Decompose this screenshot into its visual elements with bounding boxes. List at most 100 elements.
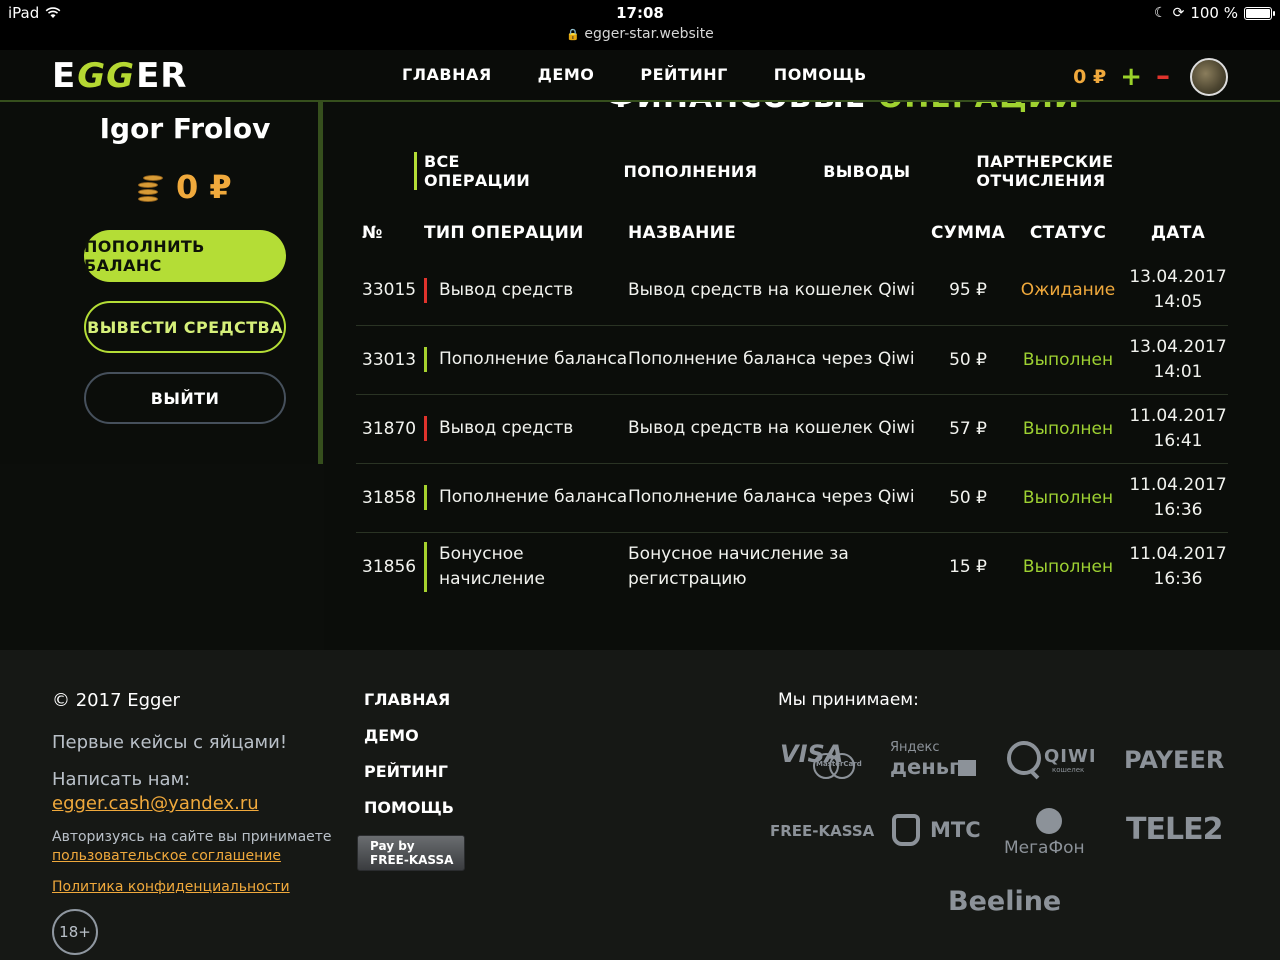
header-balance: 0 ₽	[1073, 66, 1107, 88]
op-datetime: 13.04.2017 14:01	[1128, 325, 1228, 395]
footer-nav-help[interactable]: ПОМОЩЬ	[364, 798, 454, 834]
pay-by-freekassa-badge[interactable]: Pay by FREE-KASSA	[357, 835, 465, 871]
logo-part-3: ER	[136, 56, 188, 96]
tab-withdrawals[interactable]: ВЫВОДЫ	[815, 162, 910, 181]
logo-part-2: GG	[77, 56, 136, 96]
table-row: 31856 Бонусное начисление Бонусное начис…	[356, 532, 1228, 601]
op-time: 14:01	[1153, 361, 1203, 382]
profile-balance: 0 ₽	[132, 168, 232, 206]
withdraw-minus-icon[interactable]: –	[1156, 61, 1170, 89]
nav-demo[interactable]: ДЕМО	[538, 65, 595, 84]
deposit-plus-icon[interactable]: +	[1120, 64, 1142, 90]
op-sum: 50 ₽	[928, 325, 1008, 395]
op-name: Бонусное начисление за регистрацию	[628, 543, 849, 589]
qiwi-sub: кошелек	[1052, 766, 1085, 774]
profile-username: Igor Frolov	[99, 112, 271, 145]
col-type: ТИП ОПЕРАЦИИ	[424, 223, 584, 243]
op-datetime: 11.04.2017 16:36	[1128, 463, 1228, 533]
profile-balance-value: 0 ₽	[176, 168, 232, 206]
ios-status-bar: iPad 17:08 🔒 egger-star.website ☾ ⟳ 100 …	[0, 0, 1280, 50]
op-datetime: 11.04.2017 16:41	[1128, 394, 1228, 464]
op-sum: 15 ₽	[949, 556, 987, 577]
footer-write-us: Написать нам:	[52, 769, 191, 790]
freekassa-logo: FREE-KASSA	[770, 822, 875, 840]
qiwi-circle-icon	[1007, 741, 1041, 780]
site-header: E GG ER ГЛАВНАЯ ДЕМО РЕЙТИНГ ПОМОЩЬ 0 ₽ …	[0, 50, 1280, 102]
footer-privacy-link[interactable]: Политика конфиденциальности	[52, 879, 290, 895]
site-footer: © 2017 Egger Первые кейсы с яйцами! Напи…	[0, 650, 1280, 960]
footer-accept-label: Мы принимаем:	[778, 690, 919, 710]
op-date: 11.04.2017	[1129, 405, 1227, 426]
op-type: Пополнение баланса	[424, 485, 628, 510]
megafon-logo: МегаФон	[1002, 808, 1102, 858]
moon-icon: ☾	[1154, 5, 1167, 21]
table-row: 31858 Пополнение баланса Пополнение бала…	[356, 463, 1228, 533]
op-number: 31856	[362, 556, 417, 577]
main-nav: ГЛАВНАЯ ДЕМО РЕЙТИНГ ПОМОЩЬ	[402, 65, 913, 84]
op-sum: 57 ₽	[928, 394, 1008, 464]
sidebar-divider	[318, 102, 323, 464]
mts-text: МТС	[930, 818, 981, 842]
op-type: Вывод средств	[424, 277, 628, 303]
footer-nav-demo[interactable]: ДЕМО	[364, 726, 454, 762]
footer-nav: ГЛАВНАЯ ДЕМО РЕЙТИНГ ПОМОЩЬ	[364, 690, 454, 834]
logout-button[interactable]: ВЫЙТИ	[84, 372, 286, 424]
footer-agreement-text: Авторизуясь на сайте вы принимаете	[52, 829, 332, 845]
footer-user-agreement-link[interactable]: пользовательское соглашение	[52, 848, 281, 864]
op-time: 16:41	[1153, 430, 1203, 451]
table-header-row: № ТИП ОПЕРАЦИИ НАЗВАНИЕ СУММА СТАТУС ДАТ…	[356, 210, 1228, 256]
yandex-money-logo: Яндекс деньги	[890, 740, 982, 784]
address-bar[interactable]: 🔒 egger-star.website	[0, 26, 1280, 42]
age-restriction-badge: 18+	[52, 909, 98, 955]
col-date: ДАТА	[1150, 222, 1206, 243]
table-row: 33013 Пополнение баланса Пополнение бала…	[356, 325, 1228, 395]
table-row: 33015 Вывод средств Вывод средств на кош…	[356, 256, 1228, 326]
op-name: Пополнение баланса через Qiwi	[628, 463, 928, 533]
nav-rating[interactable]: РЕЙТИНГ	[640, 65, 727, 84]
op-status: Выполнен	[1008, 394, 1128, 464]
op-datetime: 11.04.2017 16:36	[1128, 532, 1228, 601]
op-status: Выполнен	[1022, 556, 1114, 577]
address-url: egger-star.website	[584, 26, 714, 42]
qiwi-logo: QIWI кошелек	[1006, 738, 1100, 782]
megafon-text: МегаФон	[1004, 838, 1085, 858]
footer-nav-rating[interactable]: РЕЙТИНГ	[364, 762, 454, 798]
op-number: 33013	[356, 325, 424, 395]
col-status: СТАТУС	[1029, 223, 1107, 243]
payeer-logo: PAYEER	[1124, 746, 1225, 774]
tab-all-operations[interactable]: ВСЕ ОПЕРАЦИИ	[414, 152, 558, 190]
tab-deposits[interactable]: ПОПОЛНЕНИЯ	[616, 162, 758, 181]
tele2-logo: TELE2	[1126, 812, 1223, 847]
op-sum: 95 ₽	[928, 256, 1008, 326]
page-title-white: ФИНАНСОВЫЕ	[606, 102, 878, 115]
battery-icon	[1244, 6, 1275, 20]
op-type: Вывод средств	[424, 416, 628, 441]
beeline-logo: Beeline	[948, 886, 1062, 917]
footer-nav-home[interactable]: ГЛАВНАЯ	[364, 690, 454, 726]
topup-balance-button[interactable]: ПОПОЛНИТЬ БАЛАНС	[84, 230, 286, 282]
footer-email-link[interactable]: egger.cash@yandex.ru	[52, 793, 259, 814]
op-date: 13.04.2017	[1129, 336, 1227, 357]
megafon-circle-icon	[1036, 808, 1062, 834]
egger-logo[interactable]: E GG ER	[52, 56, 187, 96]
op-name: Вывод средств на кошелек Qiwi	[628, 394, 928, 464]
col-sum: СУММА	[930, 223, 1006, 243]
avatar[interactable]	[1190, 58, 1228, 96]
footer-tagline: Первые кейсы с яйцами!	[52, 732, 288, 753]
page-title: ФИНАНСОВЫЕ ОПЕРАЦИИ	[606, 102, 1080, 115]
rotation-lock-icon: ⟳	[1172, 5, 1185, 21]
op-name: Пополнение баланса через Qiwi	[628, 325, 928, 395]
status-right: ☾ ⟳ 100 %	[1154, 4, 1275, 22]
withdraw-funds-button[interactable]: ВЫВЕСТИ СРЕДСТВА	[84, 301, 286, 353]
op-date: 11.04.2017	[1129, 543, 1227, 564]
nav-home[interactable]: ГЛАВНАЯ	[402, 65, 492, 84]
mastercard-text: MasterCard	[816, 760, 862, 768]
op-status: Выполнен	[1008, 325, 1128, 395]
op-status: Ожидание	[1008, 256, 1128, 326]
op-datetime: 13.04.2017 14:05	[1128, 256, 1228, 326]
op-time: 16:36	[1153, 568, 1203, 589]
nav-help[interactable]: ПОМОЩЬ	[774, 65, 867, 84]
tab-partner-payouts[interactable]: ПАРТНЕРСКИЕ ОТЧИСЛЕНИЯ	[968, 152, 1222, 190]
fk-line1: Pay by	[370, 839, 415, 853]
coins-icon	[132, 170, 164, 204]
